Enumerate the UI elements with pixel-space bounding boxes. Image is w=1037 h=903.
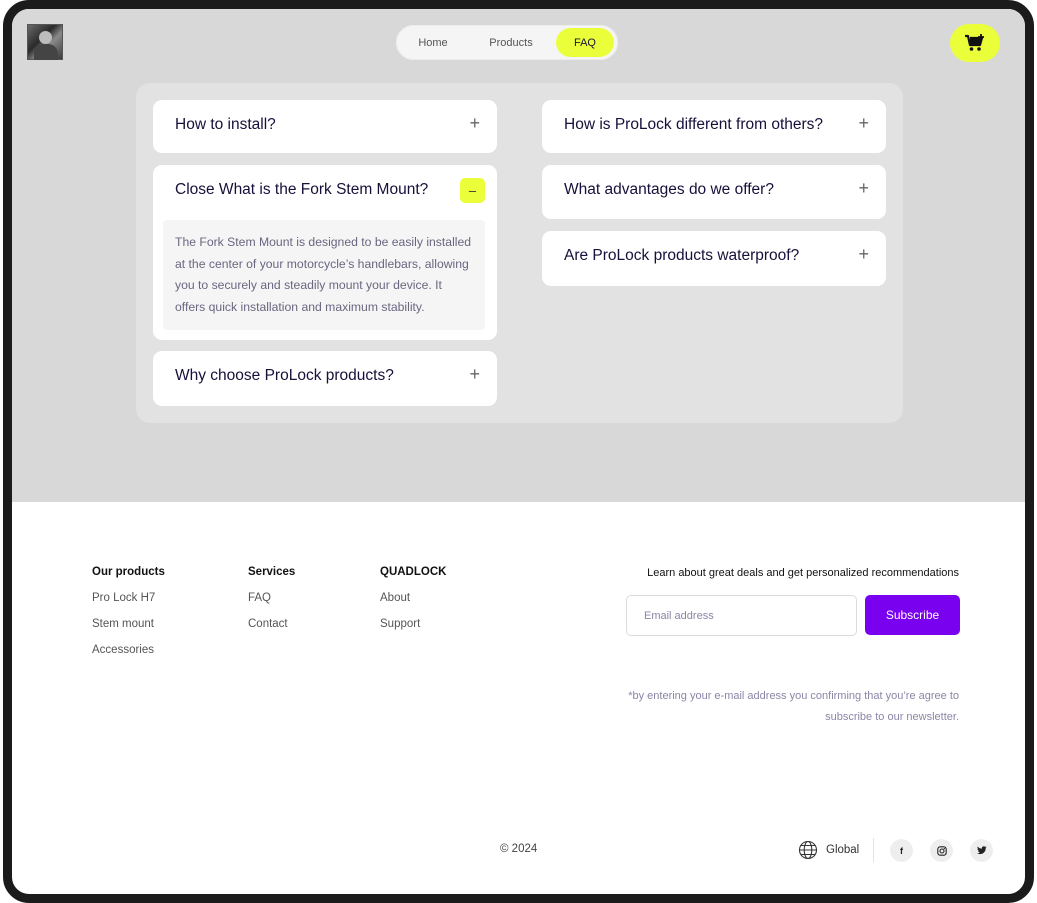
footer-heading-services: Services: [248, 566, 296, 578]
nav-faq[interactable]: FAQ: [556, 28, 614, 57]
footer-link[interactable]: About: [380, 592, 410, 604]
facebook-icon[interactable]: f: [890, 839, 913, 862]
globe-icon: [798, 840, 818, 860]
faq-question: Close What is the Fork Stem Mount?: [175, 181, 429, 198]
faq-question: What advantages do we offer?: [564, 181, 774, 198]
main-nav: Home Products FAQ: [396, 25, 618, 60]
faq-panel: How to install? + Close What is the Fork…: [136, 83, 903, 423]
avatar[interactable]: [27, 24, 63, 60]
footer-link[interactable]: Support: [380, 618, 420, 630]
footer-link[interactable]: Accessories: [92, 644, 154, 656]
region-selector[interactable]: Global: [798, 840, 859, 860]
newsletter-note: *by entering your e-mail address you con…: [628, 690, 959, 723]
faq-question: Are ProLock products waterproof?: [564, 247, 800, 264]
instagram-glyph: [936, 845, 947, 856]
footer-link[interactable]: Contact: [248, 618, 288, 630]
faq-answer: The Fork Stem Mount is designed to be ea…: [163, 220, 485, 330]
copyright: © 2024: [500, 843, 538, 855]
footer-link[interactable]: FAQ: [248, 592, 271, 604]
nav-home[interactable]: Home: [400, 28, 466, 57]
plus-icon[interactable]: +: [469, 365, 480, 383]
plus-icon[interactable]: +: [469, 114, 480, 132]
instagram-icon[interactable]: [930, 839, 953, 862]
minus-icon[interactable]: –: [460, 178, 485, 203]
footer-link[interactable]: Stem mount: [92, 618, 154, 630]
faq-item[interactable]: How to install? +: [153, 100, 497, 153]
cart-button[interactable]: [950, 24, 1000, 62]
plus-icon[interactable]: +: [858, 179, 869, 197]
footer-link[interactable]: Pro Lock H7: [92, 592, 155, 604]
region-label: Global: [826, 844, 860, 856]
footer-heading-quadlock: QUADLOCK: [380, 566, 447, 578]
faq-item[interactable]: Why choose ProLock products? +: [153, 351, 497, 406]
faq-section: Home Products FAQ How to install? + Clos…: [12, 9, 1025, 502]
faq-item[interactable]: How is ProLock different from others? +: [542, 100, 886, 153]
nav-products[interactable]: Products: [466, 28, 556, 57]
faq-item-expanded[interactable]: Close What is the Fork Stem Mount? – The…: [153, 165, 497, 340]
avatar-head: [39, 31, 52, 44]
email-field[interactable]: [626, 595, 857, 636]
subscribe-button[interactable]: Subscribe: [865, 595, 960, 635]
divider: [873, 838, 874, 862]
faq-item[interactable]: What advantages do we offer? +: [542, 165, 886, 219]
plus-icon[interactable]: +: [858, 245, 869, 263]
faq-question: How to install?: [175, 116, 276, 133]
plus-icon[interactable]: +: [858, 114, 869, 132]
twitter-glyph: [976, 846, 987, 855]
faq-item[interactable]: Are ProLock products waterproof? +: [542, 231, 886, 286]
faq-question: Why choose ProLock products?: [175, 367, 394, 384]
twitter-icon[interactable]: [970, 839, 993, 862]
faq-question: How is ProLock different from others?: [564, 116, 824, 133]
avatar-body: [34, 44, 58, 60]
footer-heading-products: Our products: [92, 566, 165, 578]
newsletter-heading: Learn about great deals and get personal…: [647, 567, 959, 579]
cart-plus-icon: [965, 34, 984, 51]
page-frame: Home Products FAQ How to install? + Clos…: [3, 0, 1034, 903]
